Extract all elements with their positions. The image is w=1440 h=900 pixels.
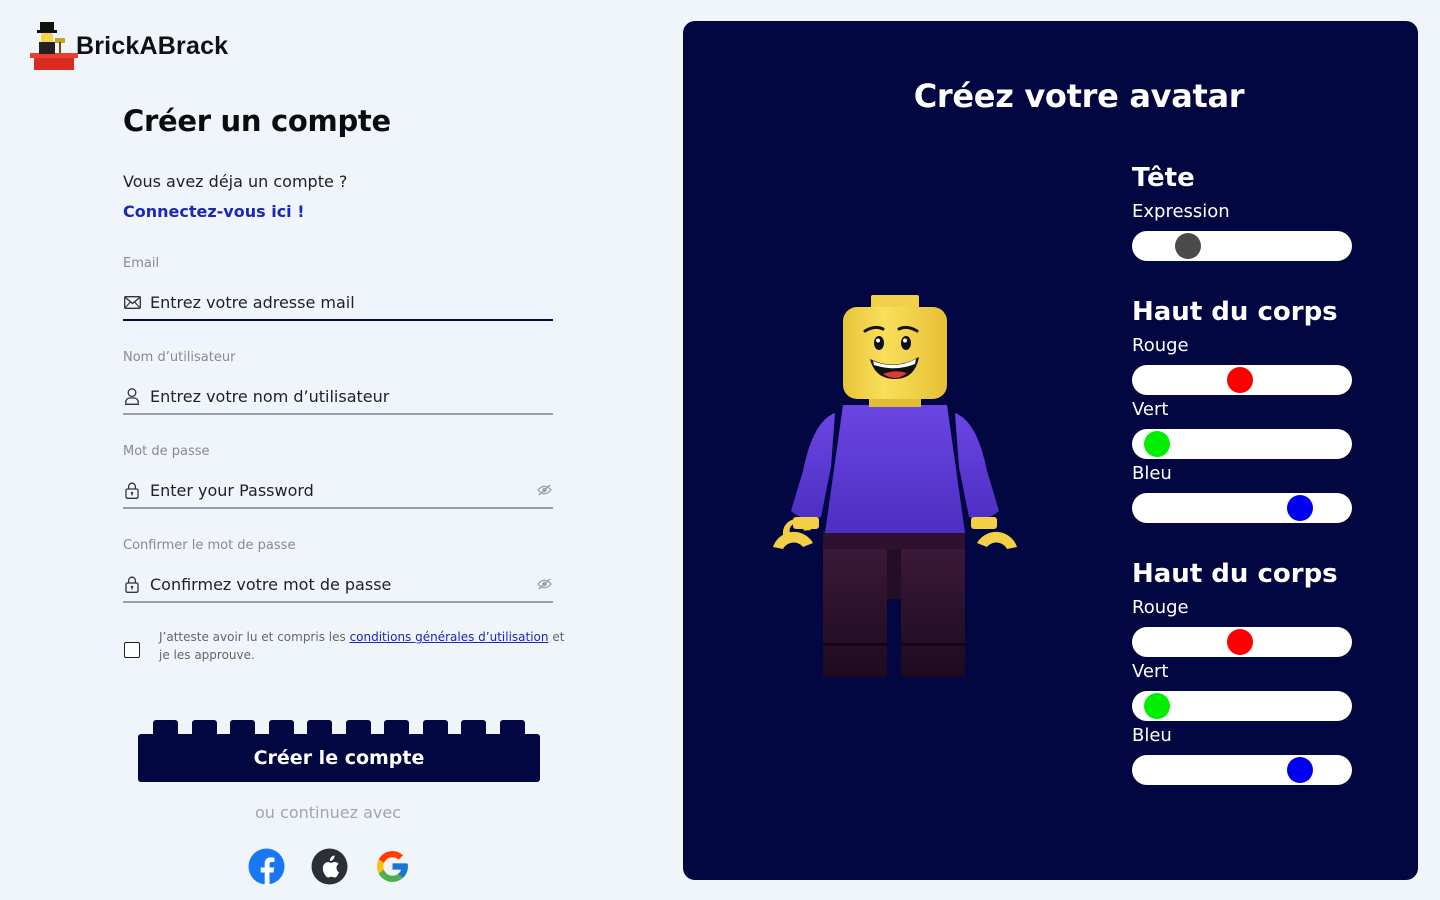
slider-knob[interactable] xyxy=(1143,431,1170,457)
lock-icon xyxy=(123,575,141,593)
apple-icon[interactable] xyxy=(311,848,348,885)
login-link[interactable]: Connectez-vous ici ! xyxy=(123,202,305,221)
terms-checkbox[interactable] xyxy=(124,642,140,658)
email-input[interactable] xyxy=(150,292,553,312)
legs-blue-label: Bleu xyxy=(1132,725,1172,746)
create-account-button[interactable]: Créer le compte xyxy=(138,734,540,782)
brick-stud xyxy=(461,720,487,734)
torso-red-label: Rouge xyxy=(1132,335,1189,356)
username-field: Nom d’utilisateur xyxy=(123,350,553,415)
username-input[interactable] xyxy=(150,386,553,406)
slider-knob[interactable] xyxy=(1143,693,1170,719)
head-section-title: Tête xyxy=(1132,163,1195,193)
minifig-preview xyxy=(769,271,1021,681)
eye-off-icon[interactable] xyxy=(535,481,553,499)
brick-stud xyxy=(153,720,178,734)
slider-knob[interactable] xyxy=(1174,233,1201,259)
legs-green-slider[interactable] xyxy=(1132,691,1352,721)
slider-knob[interactable] xyxy=(1287,495,1314,521)
brick-stud xyxy=(191,720,217,734)
confirm-password-input[interactable] xyxy=(150,574,535,594)
envelope-icon xyxy=(123,293,141,311)
brick-stud xyxy=(422,720,448,734)
slider-knob[interactable] xyxy=(1227,367,1254,393)
legs-red-slider[interactable] xyxy=(1132,627,1352,657)
avatar-panel: Créez votre avatar Tête Expression Haut … xyxy=(683,21,1418,880)
torso-section-title: Haut du corps xyxy=(1132,297,1338,327)
torso-blue-slider[interactable] xyxy=(1132,493,1352,523)
brand-name: BrickABrack xyxy=(76,31,229,60)
password-field: Mot de passe xyxy=(123,444,553,509)
has-account-text: Vous avez déja un compte ? xyxy=(123,172,348,191)
lock-icon xyxy=(123,481,141,499)
legs-section-title: Haut du corps xyxy=(1132,559,1338,589)
password-input[interactable] xyxy=(150,480,535,500)
page-title: Créer un compte xyxy=(123,104,391,138)
avatar-title: Créez votre avatar xyxy=(913,77,1245,115)
username-label: Nom d’utilisateur xyxy=(123,350,236,365)
brick-stud xyxy=(307,720,333,734)
expression-slider[interactable] xyxy=(1132,231,1352,261)
logo-minifig-icon xyxy=(30,20,78,72)
legs-green-label: Vert xyxy=(1132,661,1169,682)
torso-red-slider[interactable] xyxy=(1132,365,1352,395)
eye-off-icon[interactable] xyxy=(535,575,553,593)
brand-logo[interactable]: BrickABrack xyxy=(30,20,228,72)
legs-red-label: Rouge xyxy=(1132,597,1189,618)
password-label: Mot de passe xyxy=(123,444,210,459)
brick-stud xyxy=(345,720,371,734)
torso-blue-label: Bleu xyxy=(1132,463,1172,484)
email-label: Email xyxy=(123,256,160,271)
social-login-row xyxy=(248,848,411,885)
or-continue-text: ou continuez avec xyxy=(255,803,401,822)
slider-knob[interactable] xyxy=(1227,629,1254,655)
brick-stud xyxy=(230,720,256,734)
expression-label: Expression xyxy=(1132,201,1230,222)
brick-studs xyxy=(138,720,540,734)
slider-knob[interactable] xyxy=(1287,757,1314,783)
terms-text: J’atteste avoir lu et compris les condit… xyxy=(159,628,574,664)
brick-stud xyxy=(268,720,294,734)
torso-green-label: Vert xyxy=(1132,399,1169,420)
confirm-password-field: Confirmer le mot de passe xyxy=(123,538,553,603)
confirm-password-label: Confirmer le mot de passe xyxy=(123,538,296,553)
submit-brick: Créer le compte xyxy=(138,720,540,782)
google-icon[interactable] xyxy=(374,848,411,885)
brick-stud xyxy=(499,720,525,734)
brick-stud xyxy=(384,720,410,734)
torso-green-slider[interactable] xyxy=(1132,429,1352,459)
terms-row: J’atteste avoir lu et compris les condit… xyxy=(124,628,574,664)
terms-link[interactable]: conditions générales d’utilisation xyxy=(350,630,549,644)
email-field: Email xyxy=(123,256,553,321)
user-icon xyxy=(123,387,141,405)
facebook-icon[interactable] xyxy=(248,848,285,885)
legs-blue-slider[interactable] xyxy=(1132,755,1352,785)
terms-text-before: J’atteste avoir lu et compris les xyxy=(159,630,350,644)
